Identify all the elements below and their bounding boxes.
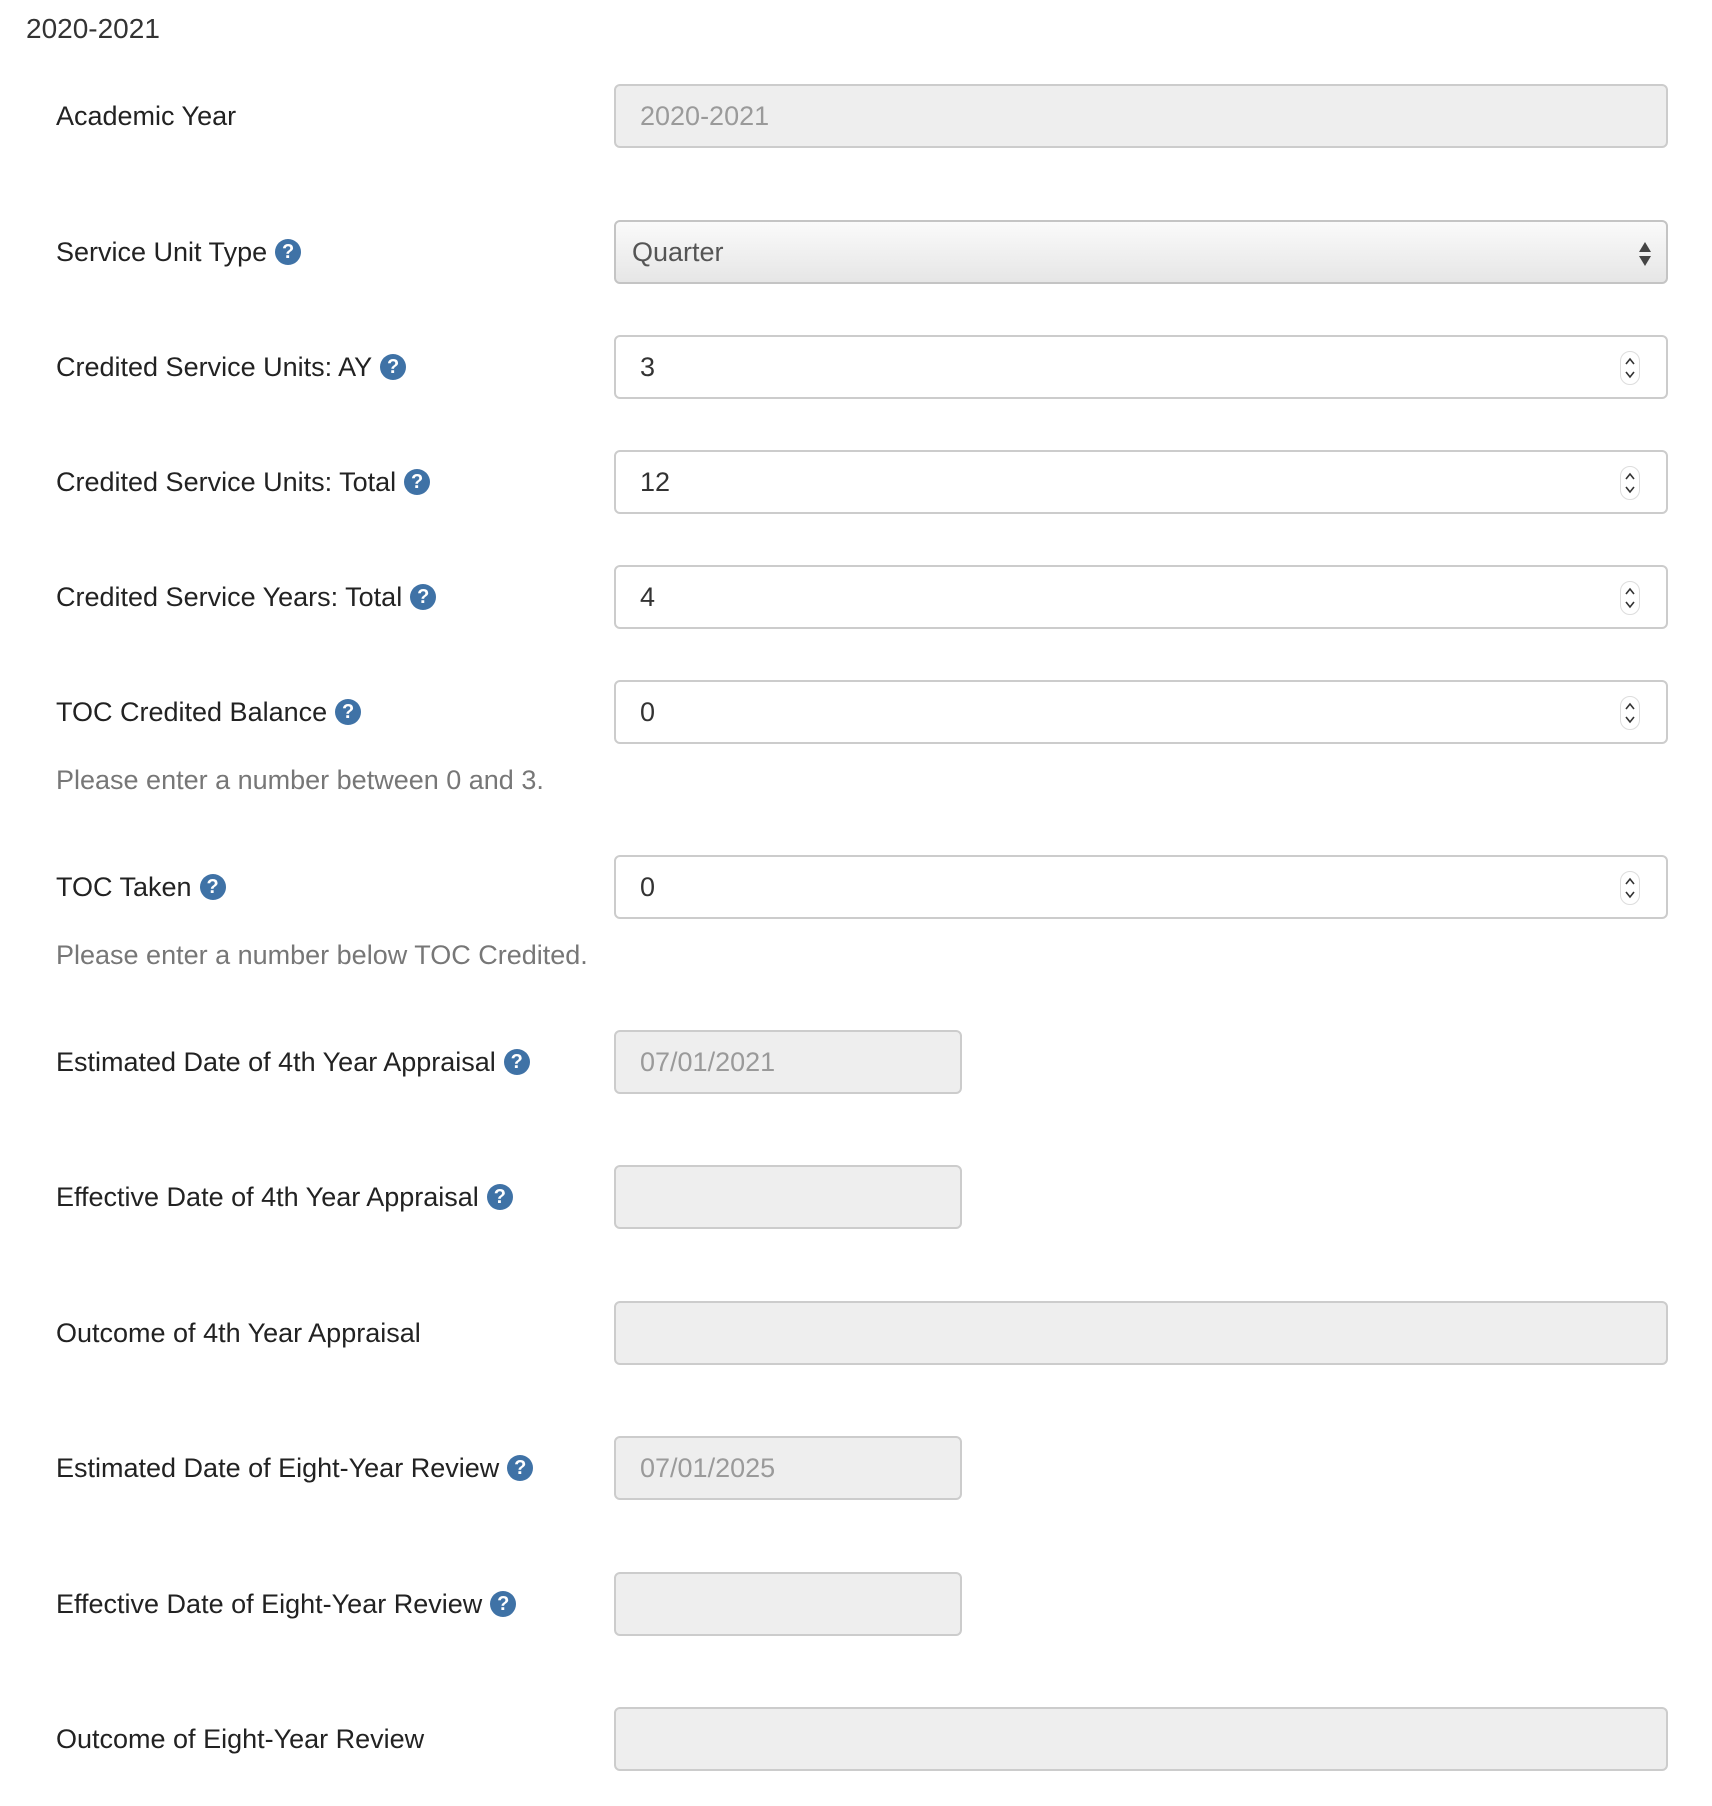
chevron-down-icon[interactable] xyxy=(1624,599,1636,611)
help-icon[interactable]: ? xyxy=(275,239,302,265)
section-title: 2020-2021 xyxy=(26,13,160,44)
chevron-up-icon[interactable] xyxy=(1624,355,1636,367)
help-icon[interactable]: ? xyxy=(490,1591,517,1617)
credited-units-total-label-text: Credited Service Units: Total xyxy=(56,467,397,497)
outcome-4th-year-field xyxy=(614,1301,1668,1365)
est-date-eight-year-label: Estimated Date of Eight-Year Review ? xyxy=(56,1451,534,1485)
est-date-4th-year-value: 07/01/2021 xyxy=(640,1046,776,1077)
toc-credited-balance-label-text: TOC Credited Balance xyxy=(56,697,328,727)
service-unit-type-value: Quarter xyxy=(632,236,724,267)
help-icon[interactable]: ? xyxy=(410,584,437,610)
toc-credited-balance-label: TOC Credited Balance ? xyxy=(56,695,362,729)
credited-units-ay-label: Credited Service Units: AY ? xyxy=(56,350,407,384)
toc-credited-balance-value: 0 xyxy=(640,696,656,727)
eff-date-4th-year-label: Effective Date of 4th Year Appraisal ? xyxy=(56,1180,513,1214)
toc-taken-hint: Please enter a number below TOC Credited… xyxy=(56,940,588,970)
number-spinner[interactable] xyxy=(1620,466,1640,500)
toc-taken-label: TOC Taken ? xyxy=(56,870,226,904)
credited-units-total-label: Credited Service Units: Total ? xyxy=(56,465,431,499)
academic-year-value: 2020-2021 xyxy=(640,100,770,131)
credited-units-ay-value: 3 xyxy=(640,351,656,382)
help-icon[interactable]: ? xyxy=(486,1184,513,1210)
eff-date-eight-year-field xyxy=(614,1572,962,1636)
academic-year-label-text: Academic Year xyxy=(56,101,237,131)
help-icon[interactable]: ? xyxy=(199,874,226,900)
toc-credited-balance-hint: Please enter a number between 0 and 3. xyxy=(56,765,544,795)
help-icon[interactable]: ? xyxy=(380,354,407,380)
number-spinner[interactable] xyxy=(1620,696,1640,730)
credited-years-total-label-text: Credited Service Years: Total xyxy=(56,582,403,612)
outcome-eight-year-field xyxy=(614,1707,1668,1771)
eff-date-eight-year-label-text: Effective Date of Eight-Year Review xyxy=(56,1589,483,1619)
credited-years-total-value: 4 xyxy=(640,581,656,612)
credited-units-total-value: 12 xyxy=(640,466,671,497)
chevron-down-icon[interactable] xyxy=(1624,369,1636,381)
service-unit-type-label: Service Unit Type ? xyxy=(56,235,302,269)
outcome-eight-year-label-text: Outcome of Eight-Year Review xyxy=(56,1724,425,1754)
chevron-up-icon[interactable] xyxy=(1624,700,1636,712)
help-icon[interactable]: ? xyxy=(335,699,362,725)
toc-taken-input[interactable]: 0 xyxy=(614,855,1668,919)
credited-years-total-input[interactable]: 4 xyxy=(614,565,1668,629)
eff-date-4th-year-field xyxy=(614,1165,962,1229)
toc-taken-label-text: TOC Taken xyxy=(56,872,192,902)
chevron-down-icon[interactable] xyxy=(1624,484,1636,496)
help-icon[interactable]: ? xyxy=(404,469,431,495)
help-icon[interactable]: ? xyxy=(507,1455,534,1481)
eff-date-4th-year-label-text: Effective Date of 4th Year Appraisal xyxy=(56,1182,479,1212)
outcome-4th-year-label-text: Outcome of 4th Year Appraisal xyxy=(56,1318,421,1348)
service-unit-type-select[interactable]: Quarter xyxy=(614,220,1668,284)
est-date-4th-year-label: Estimated Date of 4th Year Appraisal ? xyxy=(56,1045,530,1079)
est-date-4th-year-field: 07/01/2021 xyxy=(614,1030,962,1094)
outcome-eight-year-label: Outcome of Eight-Year Review xyxy=(56,1722,424,1756)
outcome-4th-year-label: Outcome of 4th Year Appraisal xyxy=(56,1316,421,1350)
service-unit-type-label-text: Service Unit Type xyxy=(56,237,268,267)
chevron-up-icon[interactable] xyxy=(1624,470,1636,482)
toc-credited-balance-input[interactable]: 0 xyxy=(614,680,1668,744)
chevron-down-icon[interactable] xyxy=(1624,714,1636,726)
chevron-up-icon[interactable] xyxy=(1624,585,1636,597)
chevron-down-icon[interactable] xyxy=(1624,889,1636,901)
number-spinner[interactable] xyxy=(1620,351,1640,385)
academic-year-field: 2020-2021 xyxy=(614,84,1668,148)
help-icon[interactable]: ? xyxy=(503,1049,530,1075)
number-spinner[interactable] xyxy=(1620,581,1640,615)
est-date-eight-year-label-text: Estimated Date of Eight-Year Review xyxy=(56,1453,500,1483)
credited-units-ay-input[interactable]: 3 xyxy=(614,335,1668,399)
credited-units-total-input[interactable]: 12 xyxy=(614,450,1668,514)
credited-units-ay-label-text: Credited Service Units: AY xyxy=(56,352,373,382)
eff-date-eight-year-label: Effective Date of Eight-Year Review ? xyxy=(56,1587,517,1621)
est-date-eight-year-value: 07/01/2025 xyxy=(640,1452,776,1483)
est-date-4th-year-label-text: Estimated Date of 4th Year Appraisal xyxy=(56,1047,496,1077)
chevron-up-icon[interactable] xyxy=(1624,875,1636,887)
select-arrows-icon xyxy=(1639,242,1651,266)
academic-year-label: Academic Year xyxy=(56,99,236,133)
toc-taken-value: 0 xyxy=(640,871,656,902)
est-date-eight-year-field: 07/01/2025 xyxy=(614,1436,962,1500)
credited-years-total-label: Credited Service Years: Total ? xyxy=(56,580,437,614)
number-spinner[interactable] xyxy=(1620,871,1640,905)
